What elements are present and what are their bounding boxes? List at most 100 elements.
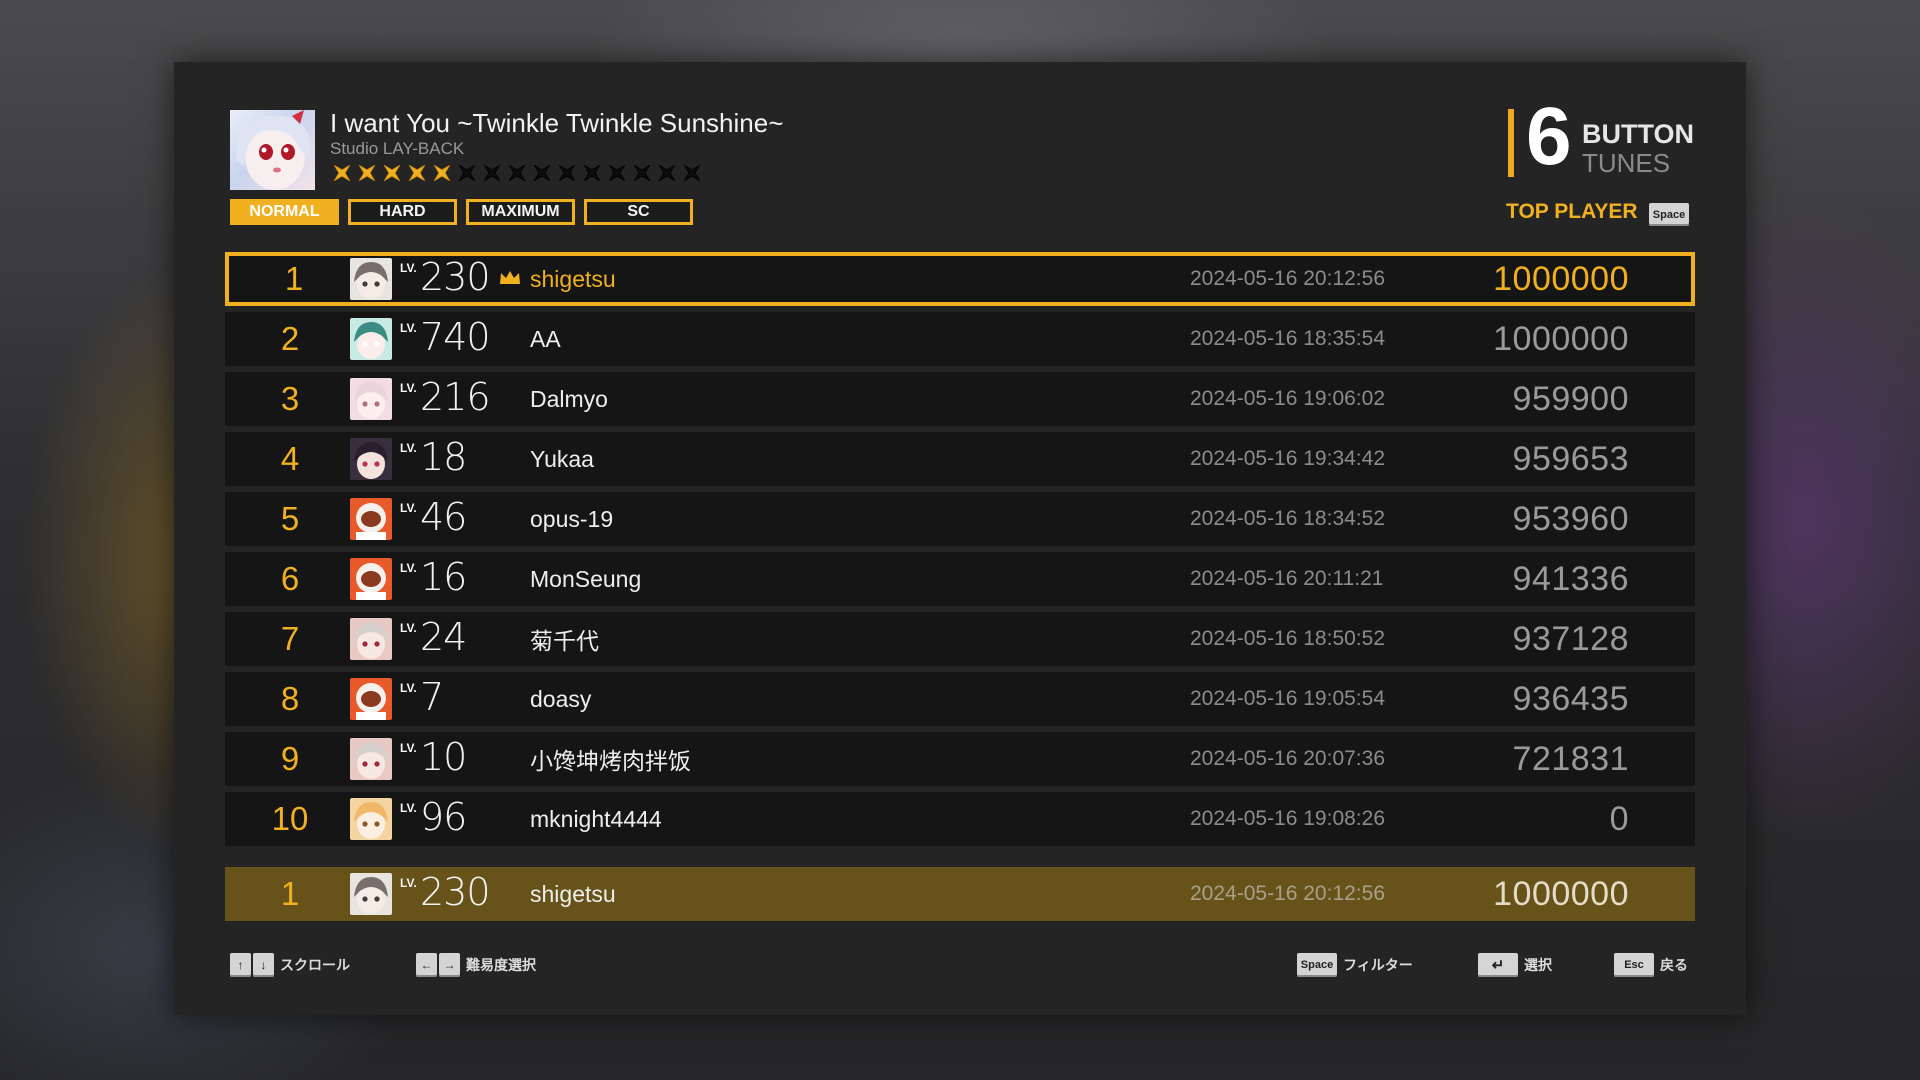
hint-filter[interactable]: Space フィルター <box>1297 953 1413 977</box>
tab-maximum[interactable]: MAXIMUM <box>466 199 575 225</box>
leaderboard-row[interactable]: 1 LV. 230 shigetsu 2024-05-16 20:12:56 100000… <box>225 252 1695 306</box>
level-label: LV. <box>400 876 417 890</box>
player-score: 721831 <box>1512 739 1629 778</box>
my-record-row[interactable]: 1 LV. 230 shigetsu 2024-05-16 20:12:56 1… <box>225 867 1695 921</box>
level-label: LV. <box>400 681 417 695</box>
hint-difficulty-select-label: 難易度選択 <box>466 957 536 973</box>
play-datetime: 2024-05-16 19:06:02 <box>1190 387 1385 410</box>
star-filled-icon <box>405 161 429 185</box>
difficulty-tabs: NORMAL HARD MAXIMUM SC <box>230 199 693 225</box>
hint-back[interactable]: Esc 戻る <box>1614 953 1688 977</box>
arrow-up-key-icon: ↑ <box>230 953 251 977</box>
tab-hard[interactable]: HARD <box>348 199 457 225</box>
player-avatar <box>350 318 392 360</box>
leaderboard-row[interactable]: 4 LV. 18 Yukaa 2024-05-16 19:34:42 959653 <box>225 432 1695 486</box>
arrow-down-key-icon: ↓ <box>253 953 274 977</box>
level-label: LV. <box>400 741 417 755</box>
player-avatar <box>350 438 392 480</box>
star-empty-icon <box>580 161 604 185</box>
star-filled-icon <box>355 161 379 185</box>
rank-number: 1 <box>284 260 304 297</box>
crown-icon <box>500 271 520 284</box>
player-level: 740 <box>420 315 491 359</box>
player-level: 46 <box>420 495 467 539</box>
player-name: opus-19 <box>530 505 614 532</box>
arrow-right-key-icon: → <box>439 953 460 977</box>
mode-logo-number: 6 <box>1526 91 1572 182</box>
star-filled-icon <box>430 161 454 185</box>
player-name: MonSeung <box>530 565 642 592</box>
star-filled-icon <box>380 161 404 185</box>
song-title: I want You ~Twinkle Twinkle Sunshine~ <box>330 108 784 138</box>
rank-number: 8 <box>280 680 300 717</box>
star-empty-icon <box>680 161 704 185</box>
player-name: shigetsu <box>530 880 616 907</box>
player-level: 18 <box>420 435 467 479</box>
player-level: 96 <box>420 795 467 839</box>
leaderboard-row[interactable]: 6 LV. 16 MonSeung 2024-05-16 20:11:21 941336 <box>225 552 1695 606</box>
player-name: doasy <box>530 685 592 712</box>
level-label: LV. <box>400 621 417 635</box>
hint-back-label: 戻る <box>1660 957 1688 973</box>
space-key-icon: Space <box>1297 953 1337 977</box>
star-empty-icon <box>630 161 654 185</box>
player-name: Dalmyo <box>530 385 608 412</box>
leaderboard-row[interactable]: 8 LV. 7 doasy 2024-05-16 19:05:54 936435 <box>225 672 1695 726</box>
play-datetime: 2024-05-16 19:08:26 <box>1190 807 1385 830</box>
leaderboard-row[interactable]: 2 LV. 740 AA 2024-05-16 18:35:54 1000000 <box>225 312 1695 366</box>
play-datetime: 2024-05-16 18:35:54 <box>1190 327 1385 350</box>
player-level: 7 <box>420 675 444 719</box>
player-avatar <box>350 258 392 300</box>
leaderboard-row[interactable]: 9 LV. 10 小馋坤烤肉拌饭 2024-05-16 20:07:36 721831 <box>225 732 1695 786</box>
player-name: 小馋坤烤肉拌饭 <box>530 748 691 774</box>
play-datetime: 2024-05-16 20:07:36 <box>1190 747 1385 770</box>
play-datetime: 2024-05-16 18:50:52 <box>1190 627 1385 650</box>
song-jacket-image <box>230 110 315 190</box>
play-datetime: 2024-05-16 19:34:42 <box>1190 447 1385 470</box>
leaderboard-row[interactable]: 10 LV. 96 mknight4444 2024-05-16 19:08:26 0 <box>225 792 1695 846</box>
player-avatar <box>350 678 392 720</box>
hint-select[interactable]: ↵ 選択 <box>1478 953 1552 977</box>
player-avatar <box>350 498 392 540</box>
arrow-left-key-icon: ← <box>416 953 437 977</box>
tab-sc[interactable]: SC <box>584 199 693 225</box>
enter-key-icon: ↵ <box>1478 953 1518 977</box>
star-empty-icon <box>530 161 554 185</box>
hint-scroll-label: スクロール <box>280 957 350 973</box>
play-datetime: 2024-05-16 18:34:52 <box>1190 507 1385 530</box>
hint-select-label: 選択 <box>1524 957 1552 973</box>
rank-number: 2 <box>280 320 300 357</box>
player-score: 953960 <box>1512 499 1629 538</box>
leaderboard-row[interactable]: 3 LV. 216 Dalmyo 2024-05-16 19:06:02 959900 <box>225 372 1695 426</box>
level-label: LV. <box>400 501 417 515</box>
star-empty-icon <box>605 161 629 185</box>
rank-number: 6 <box>280 560 300 597</box>
song-artist: Studio LAY-BACK <box>330 139 465 158</box>
rank-number: 10 <box>271 800 309 837</box>
level-label: LV. <box>400 381 417 395</box>
star-empty-icon <box>480 161 504 185</box>
level-label: LV. <box>400 261 417 275</box>
player-level: 10 <box>420 735 467 779</box>
player-score: 941336 <box>1512 559 1629 598</box>
level-label: LV. <box>400 801 417 815</box>
level-label: LV. <box>400 441 417 455</box>
player-level: 216 <box>420 375 491 419</box>
star-empty-icon <box>555 161 579 185</box>
top-player-label[interactable]: TOP PLAYER <box>1506 200 1638 224</box>
player-level: 230 <box>420 255 491 299</box>
hint-scroll: ↑ ↓ スクロール <box>230 953 350 977</box>
leaderboard-row[interactable]: 7 LV. 24 菊千代 2024-05-16 18:50:52 937128 <box>225 612 1695 666</box>
tab-normal[interactable]: NORMAL <box>230 199 339 225</box>
level-label: LV. <box>400 561 417 575</box>
play-datetime: 2024-05-16 20:12:56 <box>1190 882 1385 905</box>
space-key-icon: Space <box>1649 203 1689 226</box>
player-avatar <box>350 558 392 600</box>
hint-difficulty-select: ← → 難易度選択 <box>416 953 536 977</box>
leaderboard-row[interactable]: 5 LV. 46 opus-19 2024-05-16 18:34:52 953960 <box>225 492 1695 546</box>
player-score: 1000000 <box>1493 259 1629 298</box>
play-datetime: 2024-05-16 19:05:54 <box>1190 687 1385 710</box>
player-name: mknight4444 <box>530 805 662 832</box>
rank-number: 1 <box>280 875 300 912</box>
player-avatar <box>350 798 392 840</box>
